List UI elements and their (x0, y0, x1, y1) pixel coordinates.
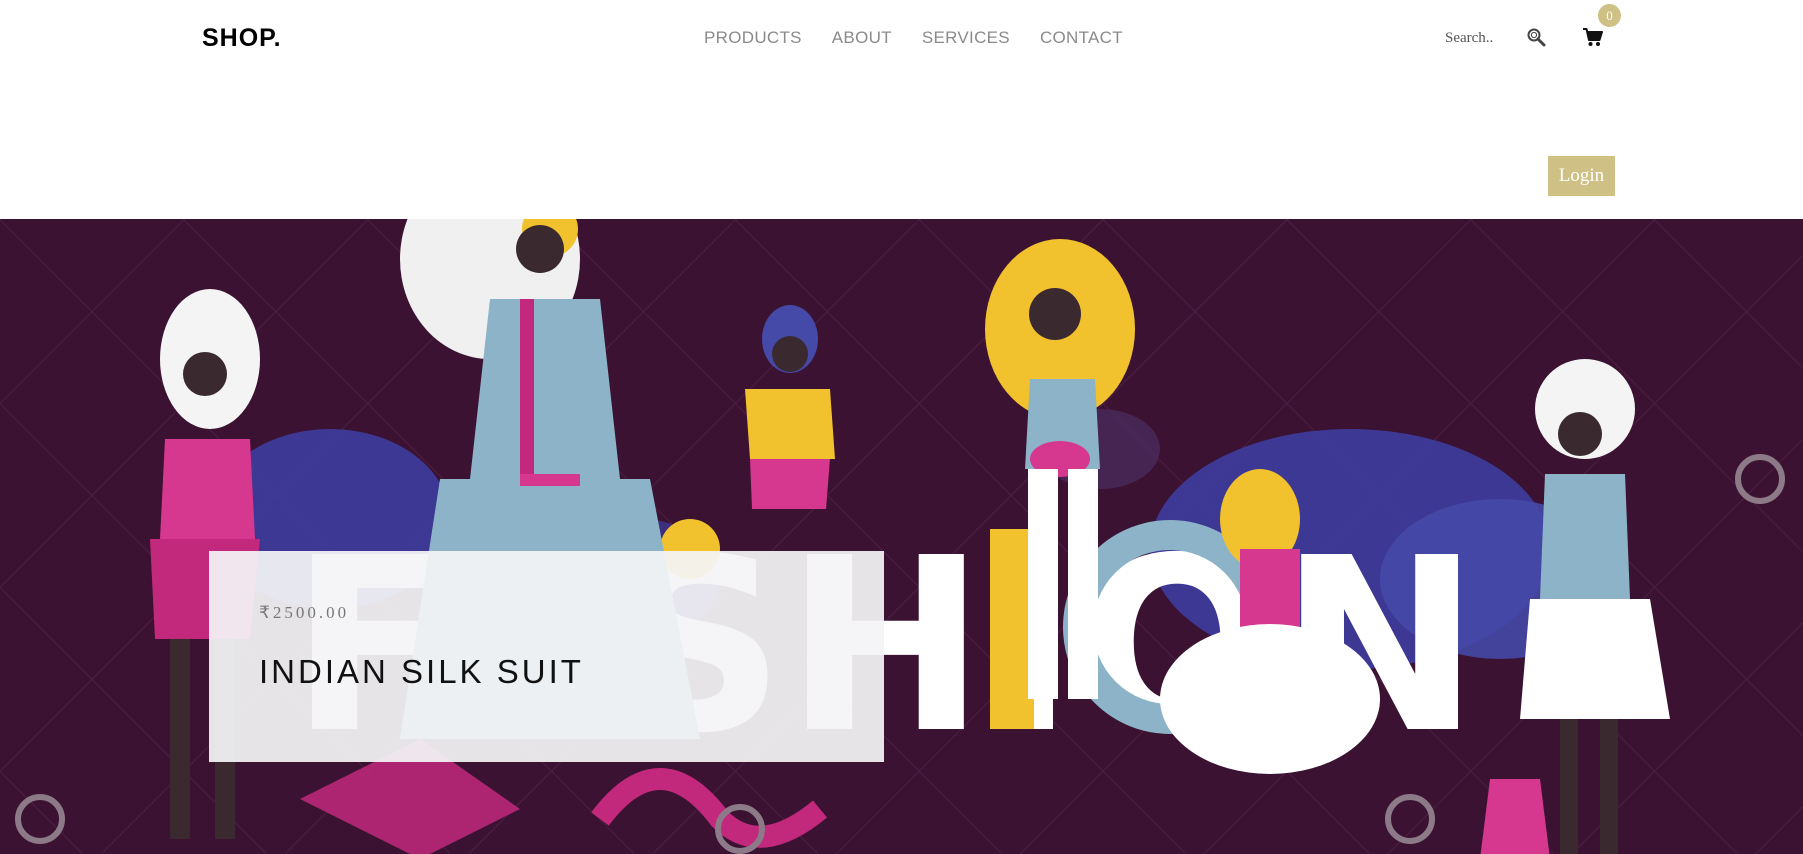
cart-count-badge: 0 (1598, 4, 1621, 27)
product-card[interactable]: ₹2500.00 INDIAN SILK SUIT (209, 551, 884, 762)
nav-products[interactable]: PRODUCTS (704, 28, 802, 48)
product-price: ₹2500.00 (259, 603, 350, 622)
login-button[interactable]: Login (1548, 156, 1615, 196)
site-header: SHOP. PRODUCTS ABOUT SERVICES CONTACT 0 … (0, 0, 1803, 219)
search-icon[interactable] (1526, 27, 1548, 49)
nav-contact[interactable]: CONTACT (1040, 28, 1123, 48)
product-title: INDIAN SILK SUIT (259, 653, 584, 690)
logo[interactable]: SHOP. (202, 24, 282, 53)
shopping-cart-icon[interactable] (1582, 26, 1604, 48)
nav-services[interactable]: SERVICES (922, 28, 1010, 48)
nav-about[interactable]: ABOUT (832, 28, 892, 48)
search-input[interactable] (1443, 29, 1527, 48)
main-nav: PRODUCTS ABOUT SERVICES CONTACT (704, 28, 1123, 48)
